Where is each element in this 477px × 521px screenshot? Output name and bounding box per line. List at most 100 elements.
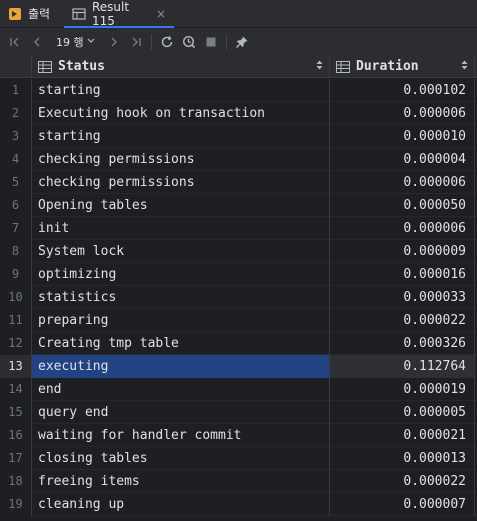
duration-cell[interactable]: 0.000004 <box>330 147 475 171</box>
row-number[interactable]: 16 <box>0 423 32 447</box>
table-row[interactable]: 14 end 0.000019 <box>0 377 477 401</box>
duration-cell[interactable]: 0.000005 <box>330 400 475 424</box>
rows-count-selector[interactable]: 19 행 <box>52 31 99 53</box>
tab-output-label: 출력 <box>28 7 51 21</box>
duration-cell[interactable]: 0.000033 <box>330 285 475 309</box>
row-number[interactable]: 3 <box>0 124 32 148</box>
table-row[interactable]: 17 closing tables 0.000013 <box>0 446 477 470</box>
tab-bar: 출력 Result 115 × <box>0 0 477 28</box>
table-row[interactable]: 1 starting 0.000102 <box>0 78 477 102</box>
duration-cell[interactable]: 0.000010 <box>330 124 475 148</box>
table-row[interactable]: 12 Creating tmp table 0.000326 <box>0 331 477 355</box>
status-cell[interactable]: freeing items <box>32 469 330 493</box>
row-number[interactable]: 8 <box>0 239 32 263</box>
duration-cell[interactable]: 0.000006 <box>330 216 475 240</box>
status-cell[interactable]: checking permissions <box>32 170 330 194</box>
first-page-button[interactable] <box>4 31 26 53</box>
table-row[interactable]: 11 preparing 0.000022 <box>0 308 477 332</box>
history-button[interactable] <box>178 31 200 53</box>
row-number[interactable]: 5 <box>0 170 32 194</box>
duration-cell[interactable]: 0.000050 <box>330 193 475 217</box>
duration-cell[interactable]: 0.000326 <box>330 331 475 355</box>
row-number[interactable]: 12 <box>0 331 32 355</box>
prev-page-button[interactable] <box>26 31 48 53</box>
duration-cell[interactable]: 0.000022 <box>330 308 475 332</box>
table-row[interactable]: 8 System lock 0.000009 <box>0 239 477 263</box>
status-cell[interactable]: Creating tmp table <box>32 331 330 355</box>
toolbar-separator-2 <box>225 34 227 50</box>
row-number[interactable]: 4 <box>0 147 32 171</box>
status-cell[interactable]: cleaning up <box>32 492 330 516</box>
table-row[interactable]: 5 checking permissions 0.000006 <box>0 170 477 194</box>
toolbar-separator <box>150 34 152 50</box>
table-row[interactable]: 3 starting 0.000010 <box>0 124 477 148</box>
row-number[interactable]: 13 <box>0 354 32 378</box>
status-cell[interactable]: statistics <box>32 285 330 309</box>
last-page-button[interactable] <box>125 31 147 53</box>
status-cell[interactable]: Executing hook on transaction <box>32 101 330 125</box>
row-number[interactable]: 18 <box>0 469 32 493</box>
table-row[interactable]: 15 query end 0.000005 <box>0 400 477 424</box>
status-cell[interactable]: Opening tables <box>32 193 330 217</box>
row-number-header <box>0 55 32 78</box>
row-number[interactable]: 19 <box>0 492 32 516</box>
close-icon[interactable]: × <box>156 7 166 21</box>
row-number[interactable]: 14 <box>0 377 32 401</box>
duration-cell[interactable]: 0.000013 <box>330 446 475 470</box>
table-row[interactable]: 18 freeing items 0.000022 <box>0 469 477 493</box>
status-cell[interactable]: preparing <box>32 308 330 332</box>
sort-icon[interactable] <box>316 60 323 73</box>
table-row[interactable]: 6 Opening tables 0.000050 <box>0 193 477 217</box>
row-number[interactable]: 6 <box>0 193 32 217</box>
duration-cell[interactable]: 0.112764 <box>330 354 475 378</box>
status-cell[interactable]: System lock <box>32 239 330 263</box>
table-row[interactable]: 7 init 0.000006 <box>0 216 477 240</box>
tab-output[interactable]: 출력 <box>0 0 64 27</box>
status-cell[interactable]: end <box>32 377 330 401</box>
chevron-down-icon <box>87 37 95 47</box>
row-number[interactable]: 9 <box>0 262 32 286</box>
row-number[interactable]: 10 <box>0 285 32 309</box>
duration-cell[interactable]: 0.000016 <box>330 262 475 286</box>
table-row[interactable]: 13 executing 0.112764 <box>0 354 477 378</box>
status-cell[interactable]: closing tables <box>32 446 330 470</box>
status-cell[interactable]: executing <box>32 354 330 378</box>
table-row[interactable]: 16 waiting for handler commit 0.000021 <box>0 423 477 447</box>
table-row[interactable]: 10 statistics 0.000033 <box>0 285 477 309</box>
pin-button[interactable] <box>231 31 253 53</box>
status-cell[interactable]: starting <box>32 124 330 148</box>
row-number[interactable]: 11 <box>0 308 32 332</box>
sort-icon[interactable] <box>461 60 468 73</box>
next-page-button[interactable] <box>103 31 125 53</box>
status-cell[interactable]: init <box>32 216 330 240</box>
status-cell[interactable]: query end <box>32 400 330 424</box>
duration-cell[interactable]: 0.000102 <box>330 78 475 102</box>
row-number[interactable]: 1 <box>0 78 32 102</box>
status-cell[interactable]: checking permissions <box>32 147 330 171</box>
table-row[interactable]: 2 Executing hook on transaction 0.000006 <box>0 101 477 125</box>
column-header-duration-label: Duration <box>356 59 419 74</box>
row-number[interactable]: 7 <box>0 216 32 240</box>
duration-cell[interactable]: 0.000007 <box>330 492 475 516</box>
table-row[interactable]: 19 cleaning up 0.000007 <box>0 492 477 516</box>
status-cell[interactable]: optimizing <box>32 262 330 286</box>
duration-cell[interactable]: 0.000021 <box>330 423 475 447</box>
table-row[interactable]: 9 optimizing 0.000016 <box>0 262 477 286</box>
duration-cell[interactable]: 0.000009 <box>330 239 475 263</box>
column-header-duration[interactable]: Duration <box>330 55 475 78</box>
duration-cell[interactable]: 0.000006 <box>330 101 475 125</box>
row-number[interactable]: 2 <box>0 101 32 125</box>
refresh-button[interactable] <box>156 31 178 53</box>
duration-cell[interactable]: 0.000006 <box>330 170 475 194</box>
row-number[interactable]: 17 <box>0 446 32 470</box>
duration-cell[interactable]: 0.000019 <box>330 377 475 401</box>
tab-result[interactable]: Result 115 × <box>64 0 174 28</box>
row-number[interactable]: 15 <box>0 400 32 424</box>
column-header-status[interactable]: Status <box>32 55 330 78</box>
table-row[interactable]: 4 checking permissions 0.000004 <box>0 147 477 171</box>
duration-cell[interactable]: 0.000022 <box>330 469 475 493</box>
status-cell[interactable]: waiting for handler commit <box>32 423 330 447</box>
stop-button[interactable] <box>200 31 222 53</box>
column-icon <box>38 60 52 73</box>
status-cell[interactable]: starting <box>32 78 330 102</box>
